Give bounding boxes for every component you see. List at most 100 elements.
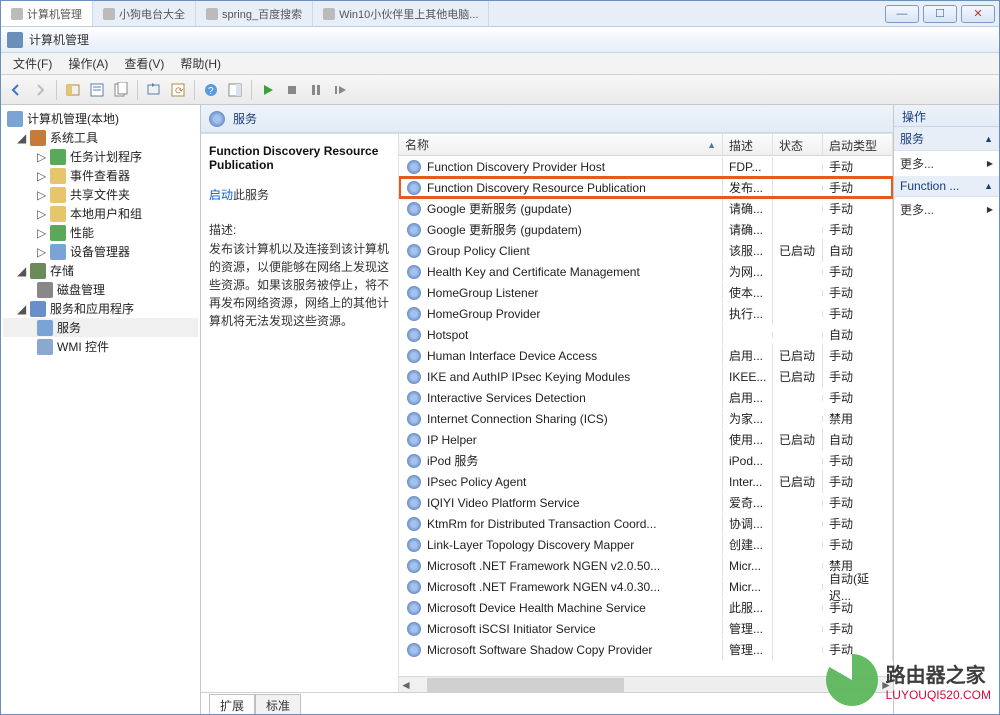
scroll-right-icon[interactable]: ► [879,678,893,692]
tree-item[interactable]: ▷共享文件夹 [3,185,198,204]
tree-item[interactable]: ▷设备管理器 [3,242,198,261]
description-label: 描述: [209,221,390,238]
browser-tab[interactable]: 计算机管理 [1,1,93,26]
tree-storage[interactable]: ◢存储 [3,261,198,280]
tree-wmi[interactable]: WMI 控件 [3,337,198,356]
service-row[interactable]: Group Policy Client该服...已启动自动 [399,240,893,261]
tab-standard[interactable]: 标准 [255,694,301,714]
service-status [773,416,823,422]
service-startup: 手动 [823,302,893,325]
service-startup: 手动 [823,218,893,241]
service-status [773,332,823,338]
view-tabs: 扩展 标准 [201,692,893,714]
column-description[interactable]: 描述 [723,134,773,155]
menu-item[interactable]: 帮助(H) [172,55,229,72]
console-tree[interactable]: 计算机管理(本地) ◢系统工具 ▷任务计划程序▷事件查看器▷共享文件夹▷本地用户… [1,105,201,714]
tree-system-tools[interactable]: ◢系统工具 [3,128,198,147]
service-icon [407,349,421,363]
service-name: Microsoft .NET Framework NGEN v2.0.50... [427,559,660,573]
help-button[interactable]: ? [200,79,222,101]
tree-item[interactable]: ▷本地用户和组 [3,204,198,223]
options-button[interactable]: ⟳ [167,79,189,101]
tree-services-apps[interactable]: ◢服务和应用程序 [3,299,198,318]
browser-tab[interactable]: Win10小伙伴里上其他电脑... [313,1,489,26]
nav-forward-button[interactable] [29,79,51,101]
service-row[interactable]: Hotspot自动 [399,324,893,345]
column-startup[interactable]: 启动类型 [823,134,893,155]
tree-item[interactable]: ▷任务计划程序 [3,147,198,166]
service-row[interactable]: IKE and AuthIP IPsec Keying ModulesIKEE.… [399,366,893,387]
service-row[interactable]: Microsoft iSCSI Initiator Service管理...手动 [399,618,893,639]
tab-extended[interactable]: 扩展 [209,694,255,714]
service-row[interactable]: Human Interface Device Access启用...已启动手动 [399,345,893,366]
browser-tab[interactable]: spring_百度搜索 [196,1,313,26]
browser-tab[interactable]: 小狗电台大全 [93,1,196,26]
service-row[interactable]: IP Helper使用...已启动自动 [399,429,893,450]
service-row[interactable]: Google 更新服务 (gupdate)请确...手动 [399,198,893,219]
properties-button[interactable] [86,79,108,101]
service-startup: 手动 [823,260,893,283]
service-detail-pane: Function Discovery Resource Publication … [201,134,399,692]
service-row[interactable]: Function Discovery Resource Publication发… [399,177,893,198]
services-list[interactable]: Function Discovery Provider HostFDP...手动… [399,156,893,676]
service-row[interactable]: HomeGroup Listener使本...手动 [399,282,893,303]
service-name: HomeGroup Listener [427,286,538,300]
window-title: 计算机管理 [29,31,89,48]
tree-item[interactable]: ▷性能 [3,223,198,242]
service-row[interactable]: Interactive Services Detection启用...手动 [399,387,893,408]
service-row[interactable]: Google 更新服务 (gupdatem)请确...手动 [399,219,893,240]
service-desc: 启用... [723,344,773,367]
service-row[interactable]: HomeGroup Provider执行...手动 [399,303,893,324]
column-name[interactable]: 名称▲ [399,134,723,155]
window-minimize-button[interactable]: — [885,5,919,23]
service-row[interactable]: Health Key and Certificate Management为网.… [399,261,893,282]
service-status [773,395,823,401]
service-startup: 手动 [823,512,893,535]
menu-item[interactable]: 文件(F) [5,55,60,72]
window-close-button[interactable]: ✕ [961,5,995,23]
tree-root[interactable]: 计算机管理(本地) [3,109,198,128]
service-stop-button[interactable] [281,79,303,101]
service-row[interactable]: Internet Connection Sharing (ICS)为家...禁用 [399,408,893,429]
refresh-button[interactable] [143,79,165,101]
service-icon [407,475,421,489]
service-restart-button[interactable] [329,79,351,101]
service-row[interactable]: Microsoft Software Shadow Copy Provider管… [399,639,893,660]
start-service-link[interactable]: 启动 [209,188,233,202]
services-icon [37,320,53,336]
tree-services[interactable]: 服务 [3,318,198,337]
horizontal-scrollbar[interactable]: ◄ ► [399,676,893,692]
service-start-button[interactable] [257,79,279,101]
column-status[interactable]: 状态 [773,134,823,155]
service-status: 已启动 [773,365,823,388]
service-desc: 协调... [723,512,773,535]
service-row[interactable]: IPsec Policy AgentInter...已启动手动 [399,471,893,492]
service-row[interactable]: IQIYI Video Platform Service爱奇...手动 [399,492,893,513]
actions-group-services[interactable]: 服务▲ [894,127,999,151]
action-pane-button[interactable] [224,79,246,101]
scroll-thumb[interactable] [427,678,624,692]
service-row[interactable]: Microsoft .NET Framework NGEN v4.0.30...… [399,576,893,597]
show-hide-tree-button[interactable] [62,79,84,101]
actions-more-1[interactable]: 更多...▶ [894,151,999,176]
menu-item[interactable]: 查看(V) [116,55,172,72]
window-maximize-button[interactable]: ☐ [923,5,957,23]
service-pause-button[interactable] [305,79,327,101]
actions-group-selected[interactable]: Function ...▲ [894,176,999,197]
service-row[interactable]: Microsoft .NET Framework NGEN v2.0.50...… [399,555,893,576]
service-row[interactable]: Function Discovery Provider HostFDP...手动 [399,156,893,177]
services-list-header[interactable]: 名称▲ 描述 状态 启动类型 [399,134,893,156]
tree-disk-management[interactable]: 磁盘管理 [3,280,198,299]
actions-more-2[interactable]: 更多...▶ [894,197,999,222]
nav-back-button[interactable] [5,79,27,101]
tree-item[interactable]: ▷事件查看器 [3,166,198,185]
service-row[interactable]: Link-Layer Topology Discovery Mapper创建..… [399,534,893,555]
service-status: 已启动 [773,344,823,367]
service-row[interactable]: iPod 服务iPod...手动 [399,450,893,471]
service-row[interactable]: Microsoft Device Health Machine Service此… [399,597,893,618]
service-desc: 使用... [723,428,773,451]
scroll-left-icon[interactable]: ◄ [399,678,413,692]
export-list-button[interactable] [110,79,132,101]
service-row[interactable]: KtmRm for Distributed Transaction Coord.… [399,513,893,534]
menu-item[interactable]: 操作(A) [60,55,116,72]
